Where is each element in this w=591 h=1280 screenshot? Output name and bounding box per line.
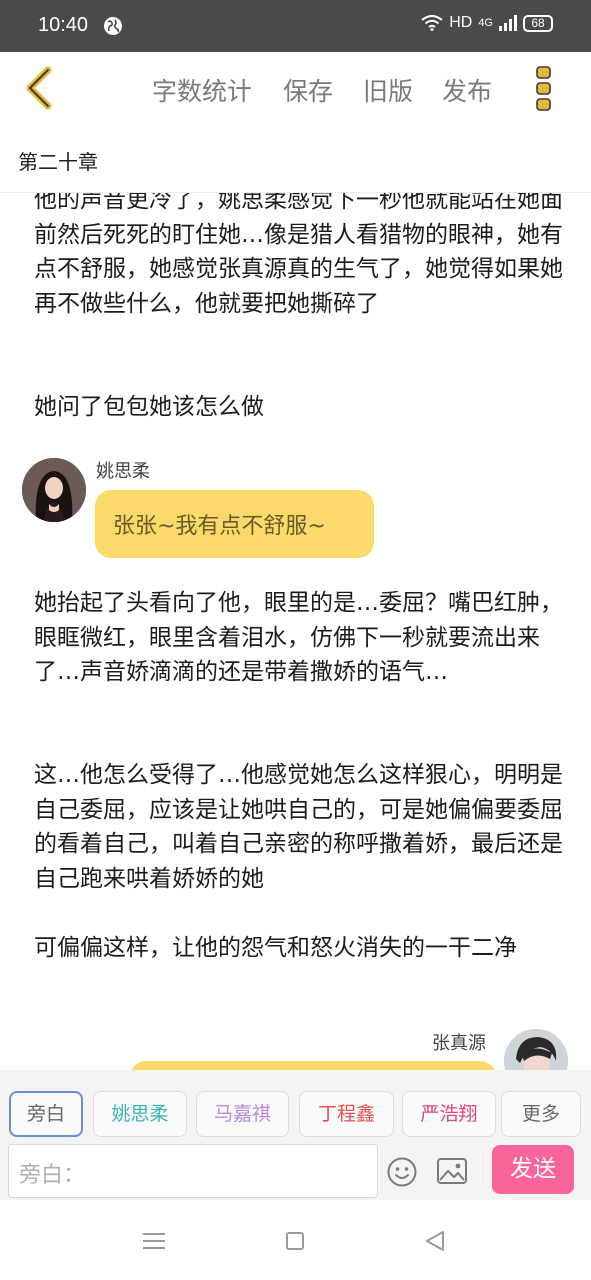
editor-toolbar: 字数统计 保存 旧版 发布 xyxy=(0,52,591,126)
network-type: HD xyxy=(449,14,473,31)
character-portrait-icon xyxy=(22,458,86,522)
home-icon[interactable] xyxy=(286,1232,304,1250)
role-chip-yao-sirou[interactable]: 姚思柔 xyxy=(93,1091,187,1137)
save-button[interactable]: 保存 xyxy=(283,72,333,108)
wifi-icon xyxy=(421,15,443,31)
narration-paragraph: 他的声音更冷了，姚思柔感觉下一秒他就能站在她面前然后死死的盯住她…像是猎人看猎物… xyxy=(34,193,563,317)
role-chip-narrator[interactable]: 旁白 xyxy=(9,1091,83,1137)
role-chip-yan-haoxiang[interactable]: 严浩翔 xyxy=(402,1091,496,1137)
more-options-icon[interactable] xyxy=(530,64,558,114)
back-chevron-icon[interactable] xyxy=(18,64,62,112)
globe-icon xyxy=(104,17,122,35)
composer-panel: 旁白 姚思柔 马嘉祺 丁程鑫 严浩翔 更多 旁白： 发送 xyxy=(0,1070,591,1200)
signal-icon xyxy=(499,15,517,31)
chapter-title[interactable]: 第二十章 xyxy=(18,146,98,175)
avatar[interactable] xyxy=(22,458,86,522)
image-icon[interactable] xyxy=(436,1156,468,1186)
send-button[interactable]: 发送 xyxy=(492,1145,574,1194)
message-input[interactable]: 旁白： xyxy=(8,1144,378,1198)
publish-button[interactable]: 发布 xyxy=(442,72,492,108)
role-chip-ding-chengxin[interactable]: 丁程鑫 xyxy=(299,1091,394,1137)
battery-indicator: 68 xyxy=(523,14,553,32)
role-chip-ma-jiaqi[interactable]: 马嘉祺 xyxy=(196,1091,289,1137)
menu-icon[interactable] xyxy=(143,1232,165,1250)
narration-paragraph: 她问了包包她该怎么做 xyxy=(34,394,264,420)
character-portrait-icon xyxy=(504,1029,568,1070)
status-indicators: HD 4G 68 xyxy=(421,14,553,32)
narration-paragraph: 她抬起了头看向了他，眼里的是…委屈？嘴巴红肿，眼眶微红，眼里含着泪水，仿佛下一秒… xyxy=(34,590,563,685)
role-chip-more[interactable]: 更多 xyxy=(501,1091,581,1137)
word-count-button[interactable]: 字数统计 xyxy=(152,72,252,108)
story-content[interactable]: 他的声音更冷了，姚思柔感觉下一秒他就能站在她面前然后死死的盯住她…像是猎人看猎物… xyxy=(0,193,591,1070)
system-nav-bar xyxy=(0,1200,591,1280)
narration-paragraph: 可偏偏这样，让他的怨气和怒火消失的一干二净 xyxy=(34,935,517,961)
speaker-name: 姚思柔 xyxy=(96,461,150,482)
emoji-icon[interactable] xyxy=(386,1156,418,1188)
avatar[interactable] xyxy=(504,1029,568,1070)
narration-paragraph: 这…他怎么受得了…他感觉她怎么这样狠心，明明是自己委屈，应该是让她哄自己的，可是… xyxy=(34,762,563,892)
dialogue-bubble[interactable]: 张张~我有点不舒服~ xyxy=(95,490,374,558)
cellular-type: 4G xyxy=(478,17,493,29)
dialogue-bubble[interactable] xyxy=(130,1061,496,1070)
back-triangle-icon[interactable] xyxy=(424,1230,446,1252)
speaker-name: 张真源 xyxy=(432,1033,486,1054)
status-time: 10:40 xyxy=(38,14,89,36)
old-version-button[interactable]: 旧版 xyxy=(363,72,413,108)
status-bar: 10:40 HD 4G 68 xyxy=(0,0,591,52)
